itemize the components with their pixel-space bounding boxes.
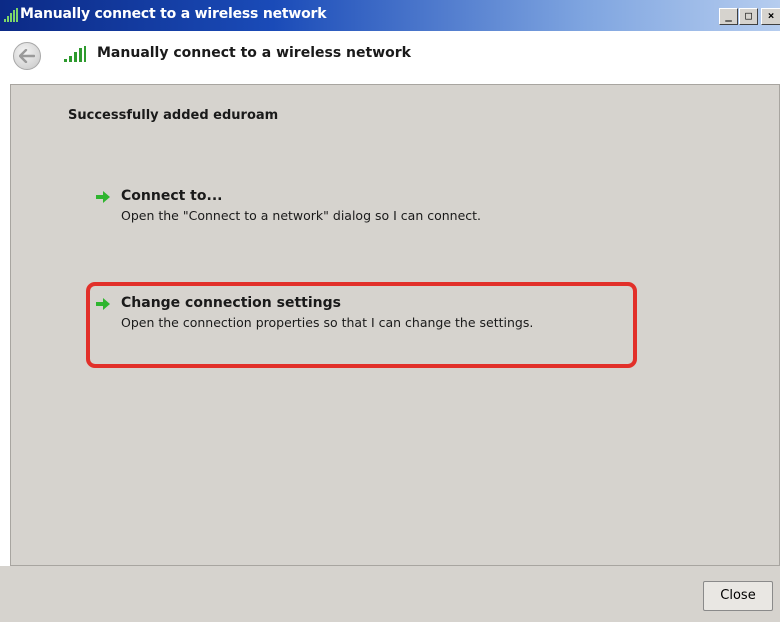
wireless-signal-icon [64,46,86,62]
success-message: Successfully added eduroam [68,108,279,123]
change-connection-settings-option[interactable]: Change connection settings Open the conn… [96,295,616,335]
page-title: Manually connect to a wireless network [97,45,411,61]
back-arrow-icon [19,49,35,63]
minimize-button[interactable]: _ [719,8,738,25]
connect-to-option[interactable]: Connect to... Open the "Connect to a net… [96,188,616,228]
maximize-button[interactable]: □ [739,8,758,25]
connect-to-description: Open the "Connect to a network" dialog s… [121,208,482,223]
window-title: Manually connect to a wireless network [20,6,327,22]
window-titlebar[interactable]: Manually connect to a wireless network _… [0,0,780,31]
wizard-header: Manually connect to a wireless network [0,31,780,83]
green-arrow-icon [96,191,110,203]
close-window-button[interactable]: × [761,8,780,25]
green-arrow-icon [96,298,110,310]
dialog-footer: Close [0,566,780,622]
content-panel: Successfully added eduroam Connect to...… [10,84,780,566]
close-button[interactable]: Close [703,581,773,611]
connect-to-link[interactable]: Connect to... [121,188,222,204]
back-button[interactable] [13,42,41,70]
wireless-signal-icon [4,8,18,22]
change-connection-settings-link[interactable]: Change connection settings [121,295,341,311]
change-connection-settings-description: Open the connection properties so that I… [121,315,534,330]
